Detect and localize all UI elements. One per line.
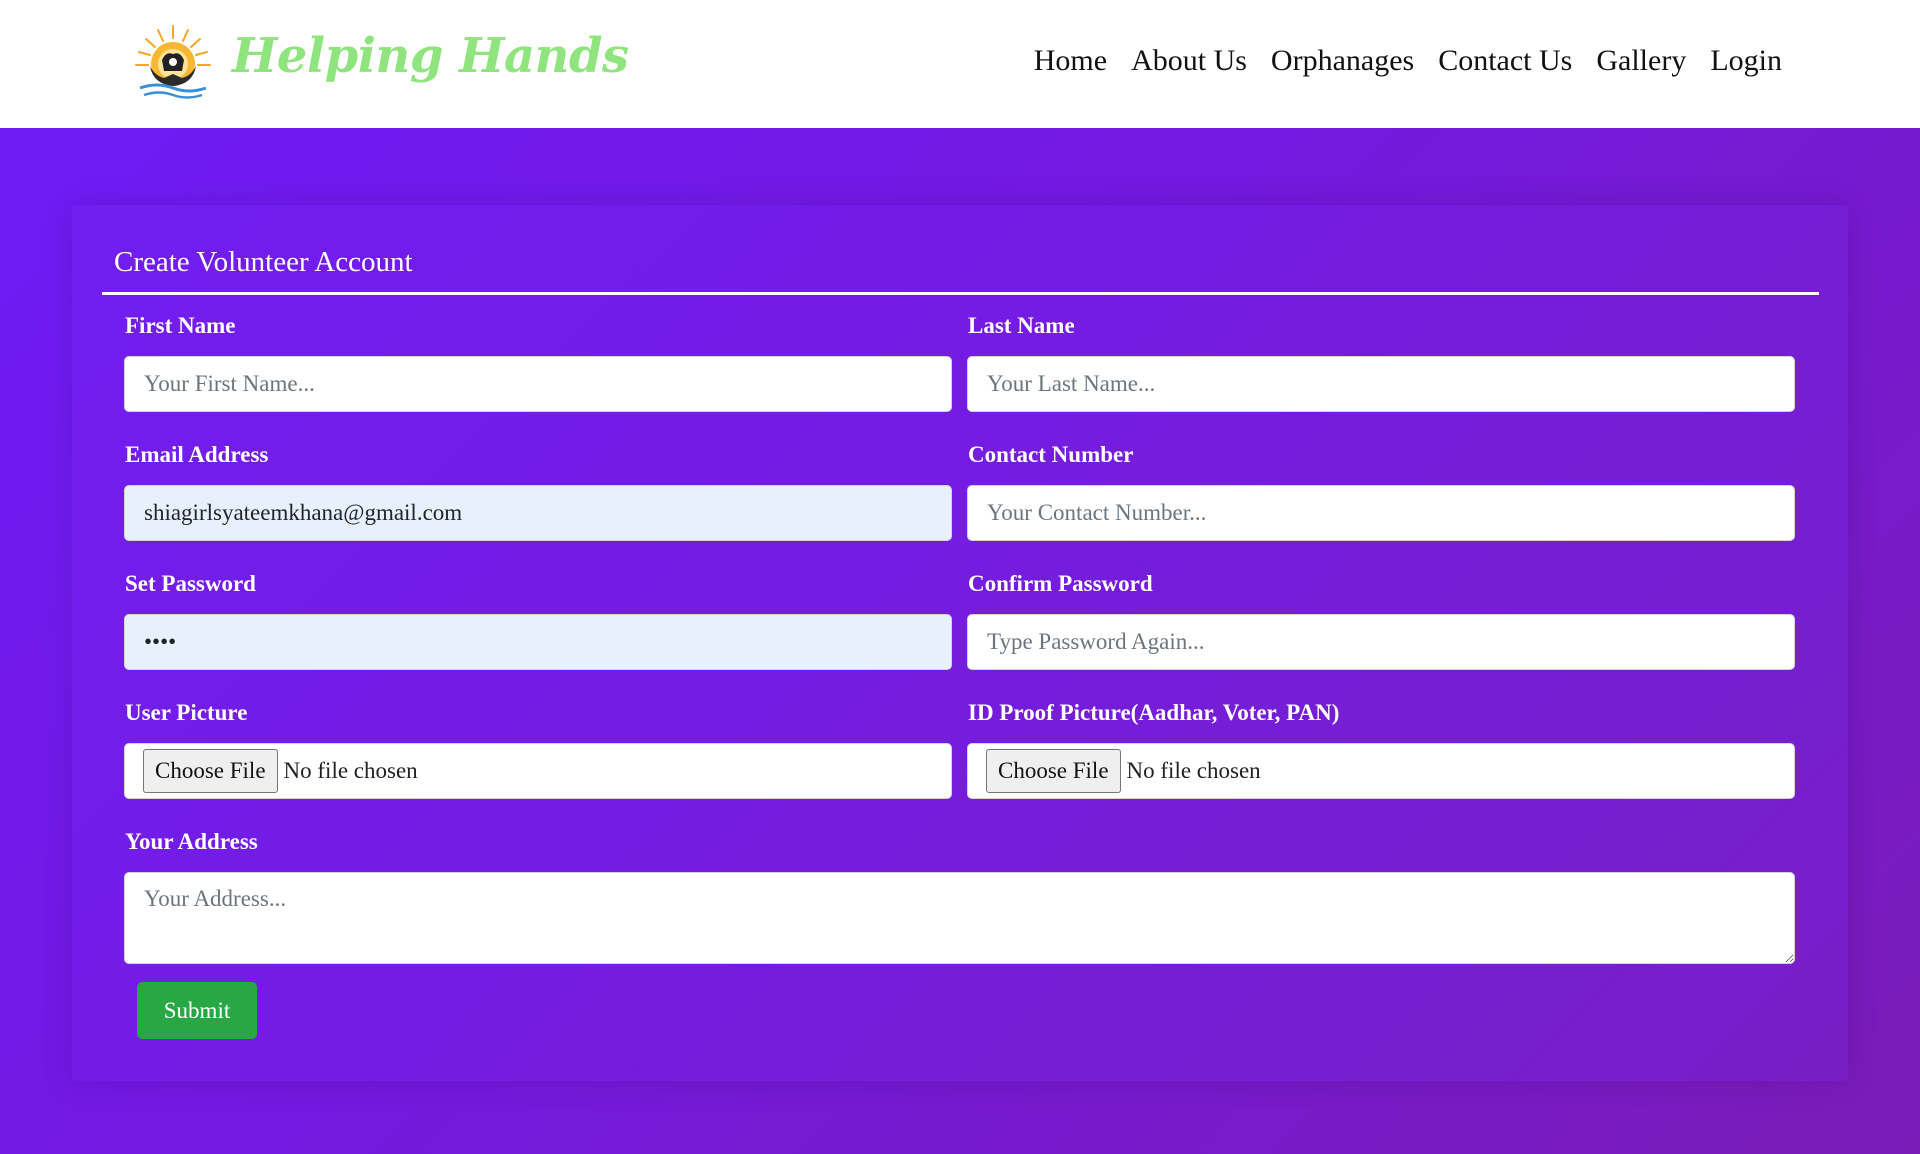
title-divider — [102, 292, 1819, 295]
user-picture-file-status: No file chosen — [283, 758, 418, 783]
set-password-label: Set Password — [125, 571, 256, 596]
contact-number-input[interactable] — [967, 485, 1795, 541]
helping-hands-logo-icon — [135, 25, 211, 99]
email-label: Email Address — [125, 442, 269, 467]
user-picture-label: User Picture — [125, 700, 248, 725]
address-textarea[interactable] — [124, 872, 1795, 964]
site-header: Helping Hands Home About Us Orphanages C… — [0, 0, 1920, 128]
form-title: Create Volunteer Account — [114, 246, 413, 278]
nav-orphanages-link[interactable]: Orphanages — [1271, 44, 1414, 78]
id-proof-label: ID Proof Picture(Aadhar, Voter, PAN) — [968, 700, 1340, 725]
last-name-label: Last Name — [968, 313, 1075, 338]
id-proof-file-status: No file chosen — [1126, 758, 1261, 783]
last-name-input[interactable] — [967, 356, 1795, 412]
nav-gallery-link[interactable]: Gallery — [1596, 44, 1686, 78]
id-proof-file-input[interactable]: Choose File No file chosen — [967, 743, 1795, 799]
submit-button[interactable]: Submit — [137, 982, 257, 1039]
nav-about-us-link[interactable]: About Us — [1131, 44, 1247, 78]
nav-contact-us-link[interactable]: Contact Us — [1438, 44, 1572, 78]
confirm-password-label: Confirm Password — [968, 571, 1153, 596]
set-password-input[interactable] — [124, 614, 952, 670]
brand-name: Helping Hands — [232, 28, 629, 84]
first-name-input[interactable] — [124, 356, 952, 412]
main-nav: Home About Us Orphanages Contact Us Gall… — [1034, 44, 1782, 78]
confirm-password-input[interactable] — [967, 614, 1795, 670]
user-picture-choose-file-button[interactable]: Choose File — [143, 749, 278, 793]
email-input[interactable] — [124, 485, 952, 541]
nav-login-link[interactable]: Login — [1710, 44, 1782, 78]
id-proof-choose-file-button[interactable]: Choose File — [986, 749, 1121, 793]
volunteer-registration-card: Create Volunteer Account First Name Last… — [72, 205, 1848, 1081]
user-picture-file-input[interactable]: Choose File No file chosen — [124, 743, 952, 799]
nav-home-link[interactable]: Home — [1034, 44, 1107, 78]
contact-number-label: Contact Number — [968, 442, 1134, 467]
brand[interactable]: Helping Hands — [128, 22, 629, 102]
address-label: Your Address — [125, 829, 258, 854]
first-name-label: First Name — [125, 313, 236, 338]
